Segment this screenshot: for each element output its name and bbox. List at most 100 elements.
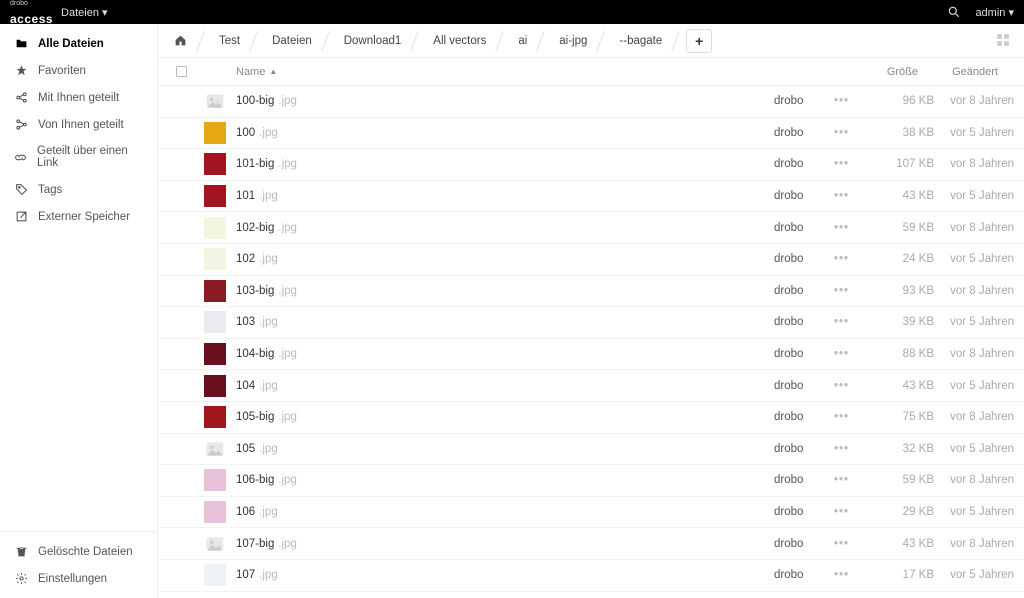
file-date: vor 8 Jahren [934,95,1024,107]
view-toggle[interactable] [996,33,1010,50]
trash-icon [14,545,28,558]
sidebar-item-externer-speicher[interactable]: Externer Speicher [0,203,157,230]
breadcrumb-item[interactable]: ai [500,24,541,58]
file-size: 43 KB [864,190,934,202]
table-row[interactable]: 106.jpgdrobo•••29 KBvor 5 Jahren [158,497,1024,529]
file-owner: drobo [774,222,834,234]
file-name[interactable]: 101-big.jpg [234,158,774,170]
file-name[interactable]: 104.jpg [234,380,774,392]
sidebar-item-label: Favoriten [38,65,86,77]
table-row[interactable]: 103-big.jpgdrobo•••93 KBvor 8 Jahren [158,276,1024,308]
sidebar-item-von-ihnen-geteilt[interactable]: Von Ihnen geteilt [0,111,157,138]
file-size: 59 KB [864,222,934,234]
table-row[interactable]: 103.jpgdrobo•••39 KBvor 5 Jahren [158,307,1024,339]
file-date: vor 8 Jahren [934,222,1024,234]
breadcrumb-item[interactable]: --bagate [601,24,676,58]
breadcrumb-home[interactable] [170,24,201,58]
row-menu-button[interactable]: ••• [834,506,849,518]
file-thumbnail [204,501,226,523]
col-name[interactable]: Name ▲ [234,66,758,78]
table-row[interactable]: 104.jpgdrobo•••43 KBvor 5 Jahren [158,370,1024,402]
table-row[interactable]: 100.jpgdrobo•••38 KBvor 5 Jahren [158,118,1024,150]
file-name[interactable]: 100-big.jpg [234,95,774,107]
file-name[interactable]: 105-big.jpg [234,411,774,423]
file-name[interactable]: 105.jpg [234,443,774,455]
table-row[interactable]: 105.jpgdrobo•••32 KBvor 5 Jahren [158,434,1024,466]
row-menu-button[interactable]: ••• [834,222,849,234]
row-menu-button[interactable]: ••• [834,569,849,581]
file-name[interactable]: 100.jpg [234,127,774,139]
file-size: 107 KB [864,158,934,170]
row-menu-button[interactable]: ••• [834,443,849,455]
row-menu-button[interactable]: ••• [834,190,849,202]
file-name[interactable]: 101.jpg [234,190,774,202]
row-menu-button[interactable]: ••• [834,95,849,107]
file-size: 38 KB [864,127,934,139]
table-row[interactable]: 101-big.jpgdrobo•••107 KBvor 8 Jahren [158,149,1024,181]
row-menu-button[interactable]: ••• [834,127,849,139]
file-date: vor 8 Jahren [934,538,1024,550]
select-all[interactable] [158,66,204,77]
file-name[interactable]: 102-big.jpg [234,222,774,234]
row-menu-button[interactable]: ••• [834,411,849,423]
breadcrumb-item[interactable]: ai-jpg [541,24,601,58]
file-name[interactable]: 106-big.jpg [234,474,774,486]
add-button[interactable]: + [686,29,712,53]
table-row[interactable]: 107-big.jpgdrobo•••43 KBvor 8 Jahren [158,528,1024,560]
star-icon [14,64,28,77]
checkbox-icon [176,66,187,77]
sidebar-item-gelöschte-dateien[interactable]: Gelöschte Dateien [0,538,157,565]
row-menu-button[interactable]: ••• [834,380,849,392]
sidebar-item-alle-dateien[interactable]: Alle Dateien [0,30,157,57]
sidebar-item-einstellungen[interactable]: Einstellungen [0,565,157,592]
breadcrumbs: TestDateienDownload1All vectorsaiai-jpg-… [158,24,1024,58]
file-owner: drobo [774,158,834,170]
file-name[interactable]: 106.jpg [234,506,774,518]
sidebar-item-favoriten[interactable]: Favoriten [0,57,157,84]
breadcrumb-item[interactable]: All vectors [415,24,500,58]
table-row[interactable]: 106-big.jpgdrobo•••59 KBvor 8 Jahren [158,465,1024,497]
file-name[interactable]: 102.jpg [234,253,774,265]
breadcrumb-item[interactable]: Download1 [326,24,416,58]
file-owner: drobo [774,348,834,360]
search-icon[interactable] [947,5,961,19]
table-row[interactable]: 102.jpgdrobo•••24 KBvor 5 Jahren [158,244,1024,276]
file-size: 29 KB [864,506,934,518]
col-date[interactable]: Geändert [918,66,1008,78]
file-thumbnail [204,533,226,555]
row-menu-button[interactable]: ••• [834,474,849,486]
row-menu-button[interactable]: ••• [834,285,849,297]
row-menu-button[interactable]: ••• [834,348,849,360]
table-row[interactable]: 104-big.jpgdrobo•••88 KBvor 8 Jahren [158,339,1024,371]
sidebar-item-geteilt-über-einen-link[interactable]: Geteilt über einen Link [0,138,157,176]
col-size[interactable]: Größe [848,66,918,78]
file-name[interactable]: 104-big.jpg [234,348,774,360]
breadcrumb-item[interactable]: Test [201,24,254,58]
app-menu[interactable]: Dateien ▾ [61,6,108,19]
table-row[interactable]: 105-big.jpgdrobo•••75 KBvor 8 Jahren [158,402,1024,434]
sidebar-item-label: Alle Dateien [38,38,104,50]
file-owner: drobo [774,190,834,202]
sidebar-item-mit-ihnen-geteilt[interactable]: Mit Ihnen geteilt [0,84,157,111]
user-menu[interactable]: admin ▾ [975,6,1014,19]
row-menu-button[interactable]: ••• [834,158,849,170]
file-name[interactable]: 103-big.jpg [234,285,774,297]
file-thumbnail [204,217,226,239]
breadcrumb-item[interactable]: Dateien [254,24,326,58]
file-name[interactable]: 107-big.jpg [234,538,774,550]
sidebar-item-tags[interactable]: Tags [0,176,157,203]
row-menu-button[interactable]: ••• [834,316,849,328]
file-size: 93 KB [864,285,934,297]
table-row[interactable]: 107.jpgdrobo•••17 KBvor 5 Jahren [158,560,1024,592]
file-name[interactable]: 103.jpg [234,316,774,328]
table-row[interactable]: 102-big.jpgdrobo••• 59 KBvor 8 Jahren [158,212,1024,244]
row-menu-button[interactable]: ••• [834,538,849,550]
row-menu-button[interactable]: ••• [834,253,849,265]
table-row[interactable]: 101.jpgdrobo•••43 KBvor 5 Jahren [158,181,1024,213]
file-name[interactable]: 107.jpg [234,569,774,581]
brand-sub: drobo [10,0,53,7]
table-row[interactable]: 100-big.jpgdrobo•••96 KBvor 8 Jahren [158,86,1024,118]
chevron-down-icon: ▾ [1008,7,1014,19]
sidebar-item-label: Geteilt über einen Link [37,145,143,169]
file-owner: drobo [774,569,834,581]
